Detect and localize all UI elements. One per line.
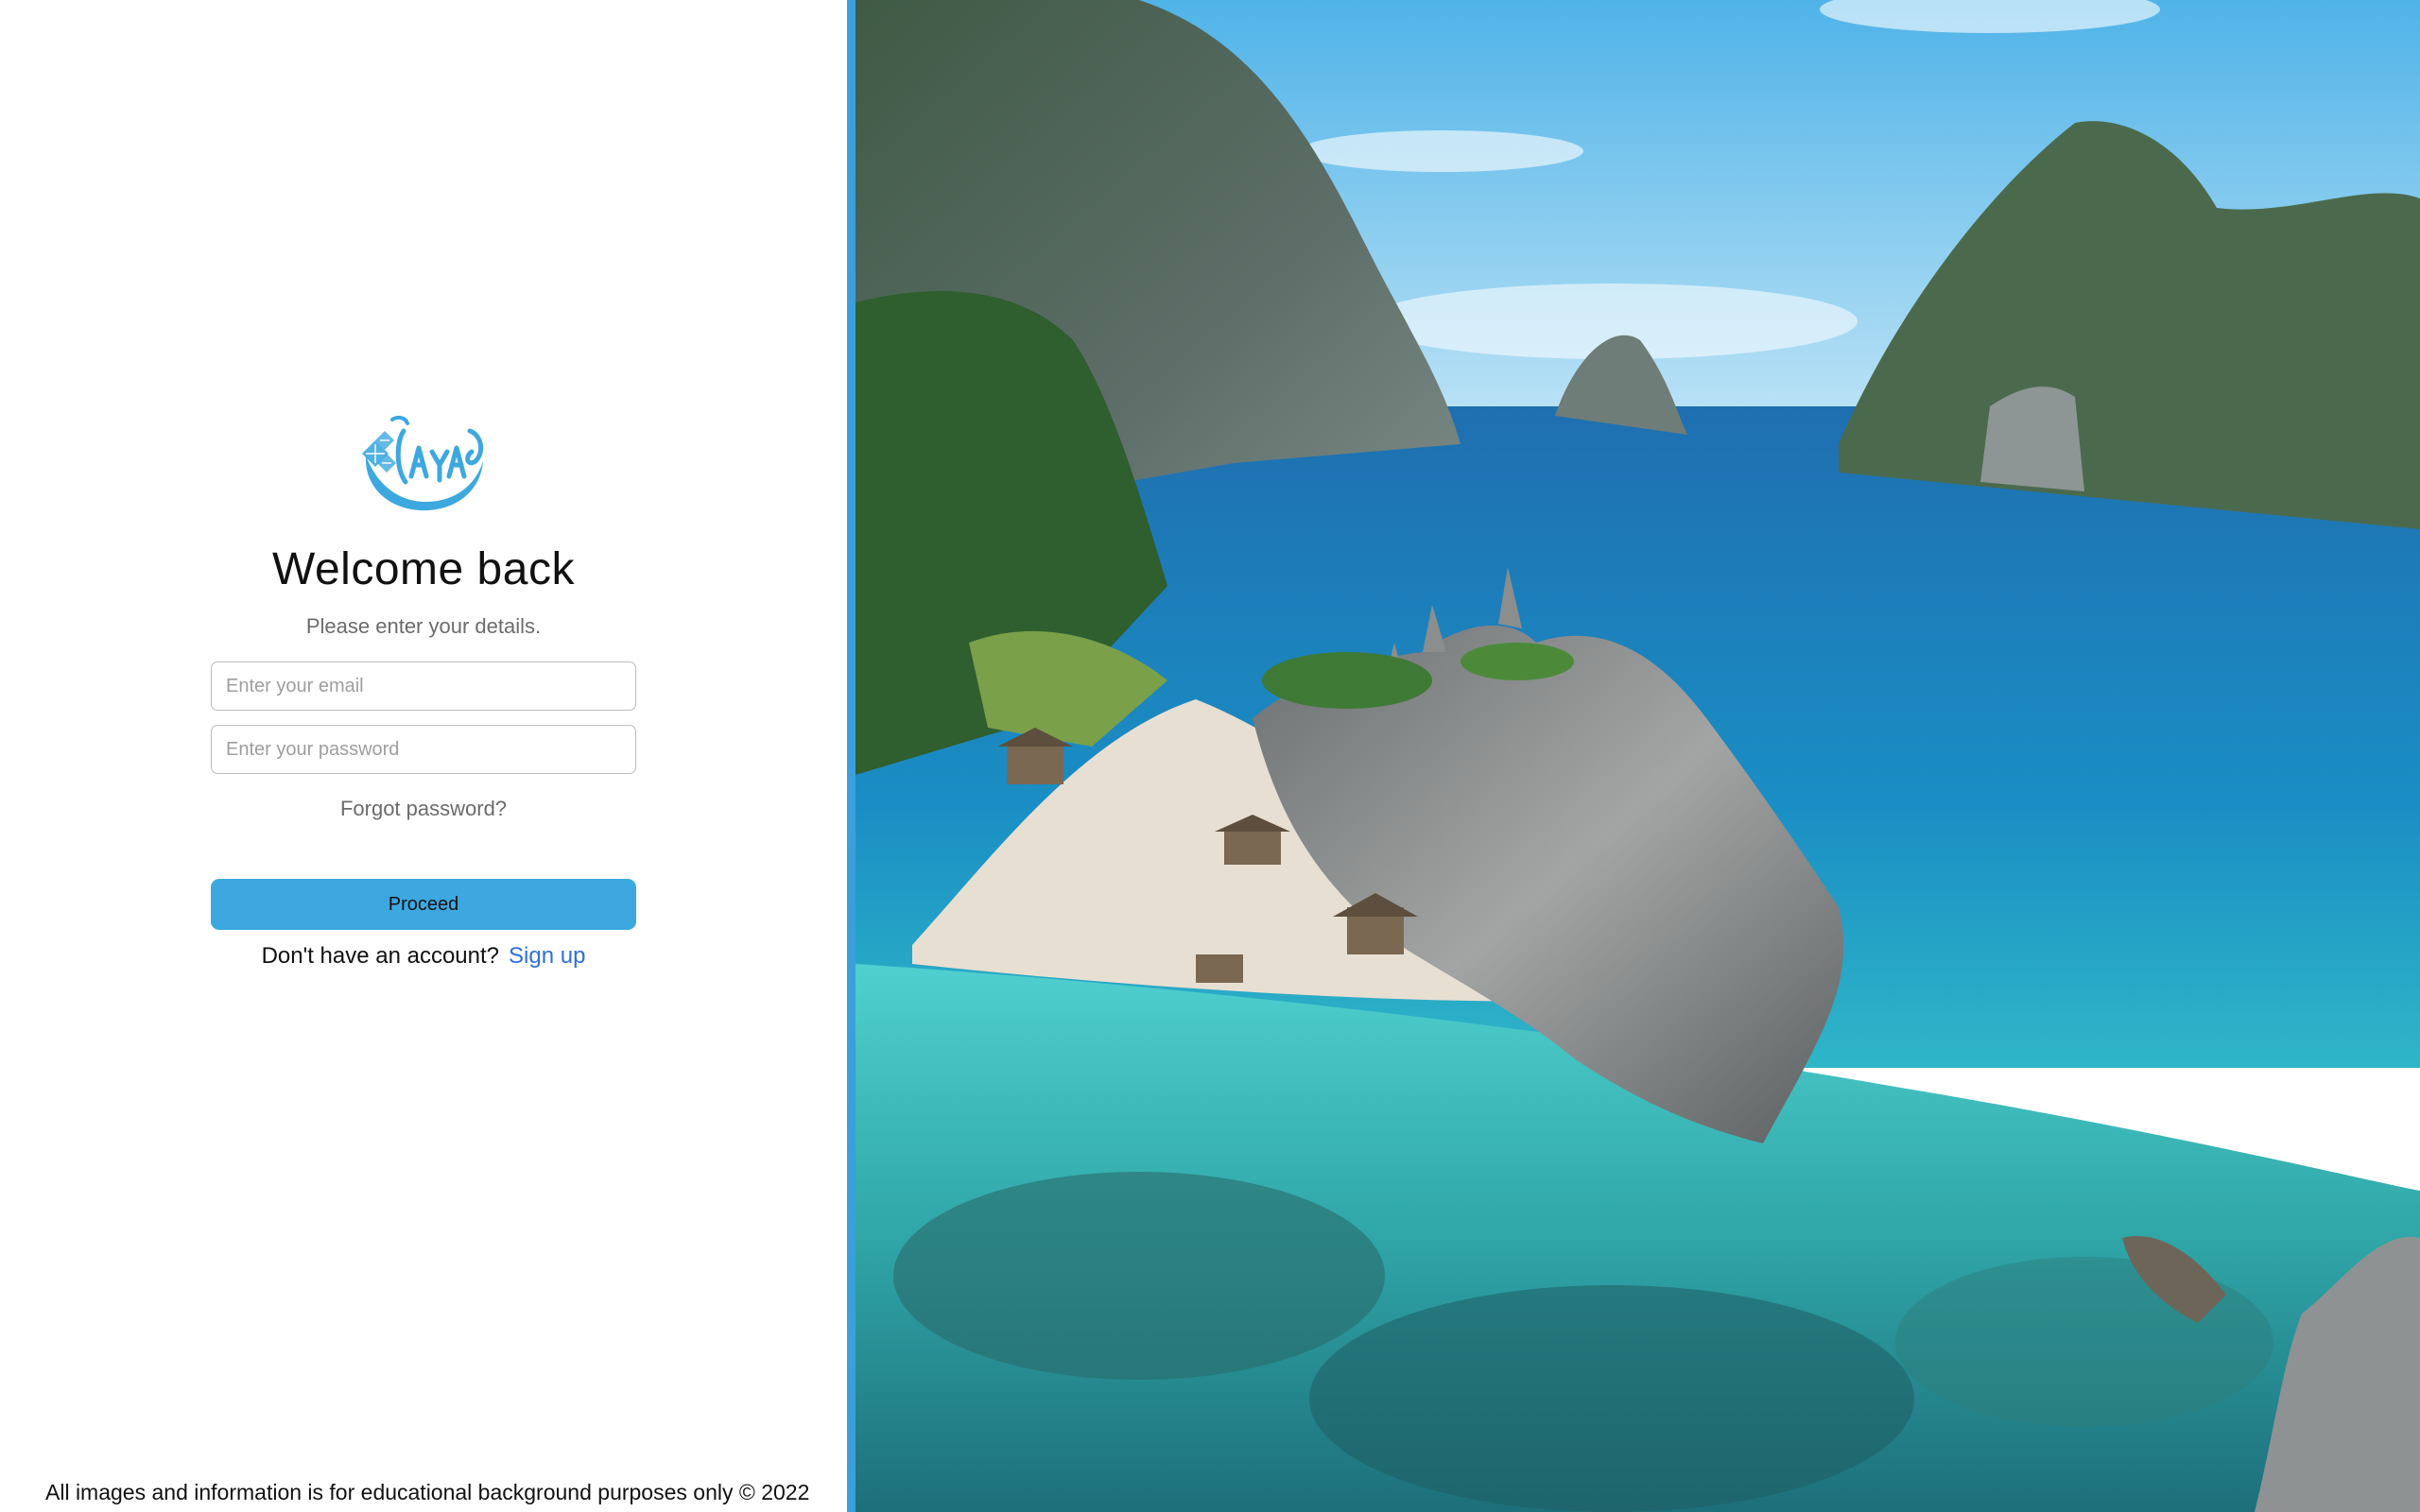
login-page: Welcome back Please enter your details. …: [0, 0, 2420, 1512]
brand-logo-icon: [362, 415, 484, 511]
signup-row: Don't have an account? Sign up: [0, 943, 847, 970]
landscape-image: [856, 0, 2420, 1512]
login-panel: Welcome back Please enter your details. …: [0, 0, 847, 1512]
password-field[interactable]: [211, 725, 636, 774]
proceed-button[interactable]: Proceed: [211, 879, 636, 930]
forgot-password-link[interactable]: Forgot password?: [0, 797, 847, 821]
page-subtitle: Please enter your details.: [305, 614, 542, 638]
signup-link[interactable]: Sign up: [509, 943, 585, 969]
email-field[interactable]: [211, 662, 636, 711]
footer-disclaimer: All images and information is for educat…: [45, 1480, 810, 1504]
page-title: Welcome back: [272, 544, 575, 594]
panel-divider: [847, 0, 856, 1512]
no-account-text: Don't have an account?: [261, 943, 500, 969]
background-photo: [856, 0, 2420, 1512]
